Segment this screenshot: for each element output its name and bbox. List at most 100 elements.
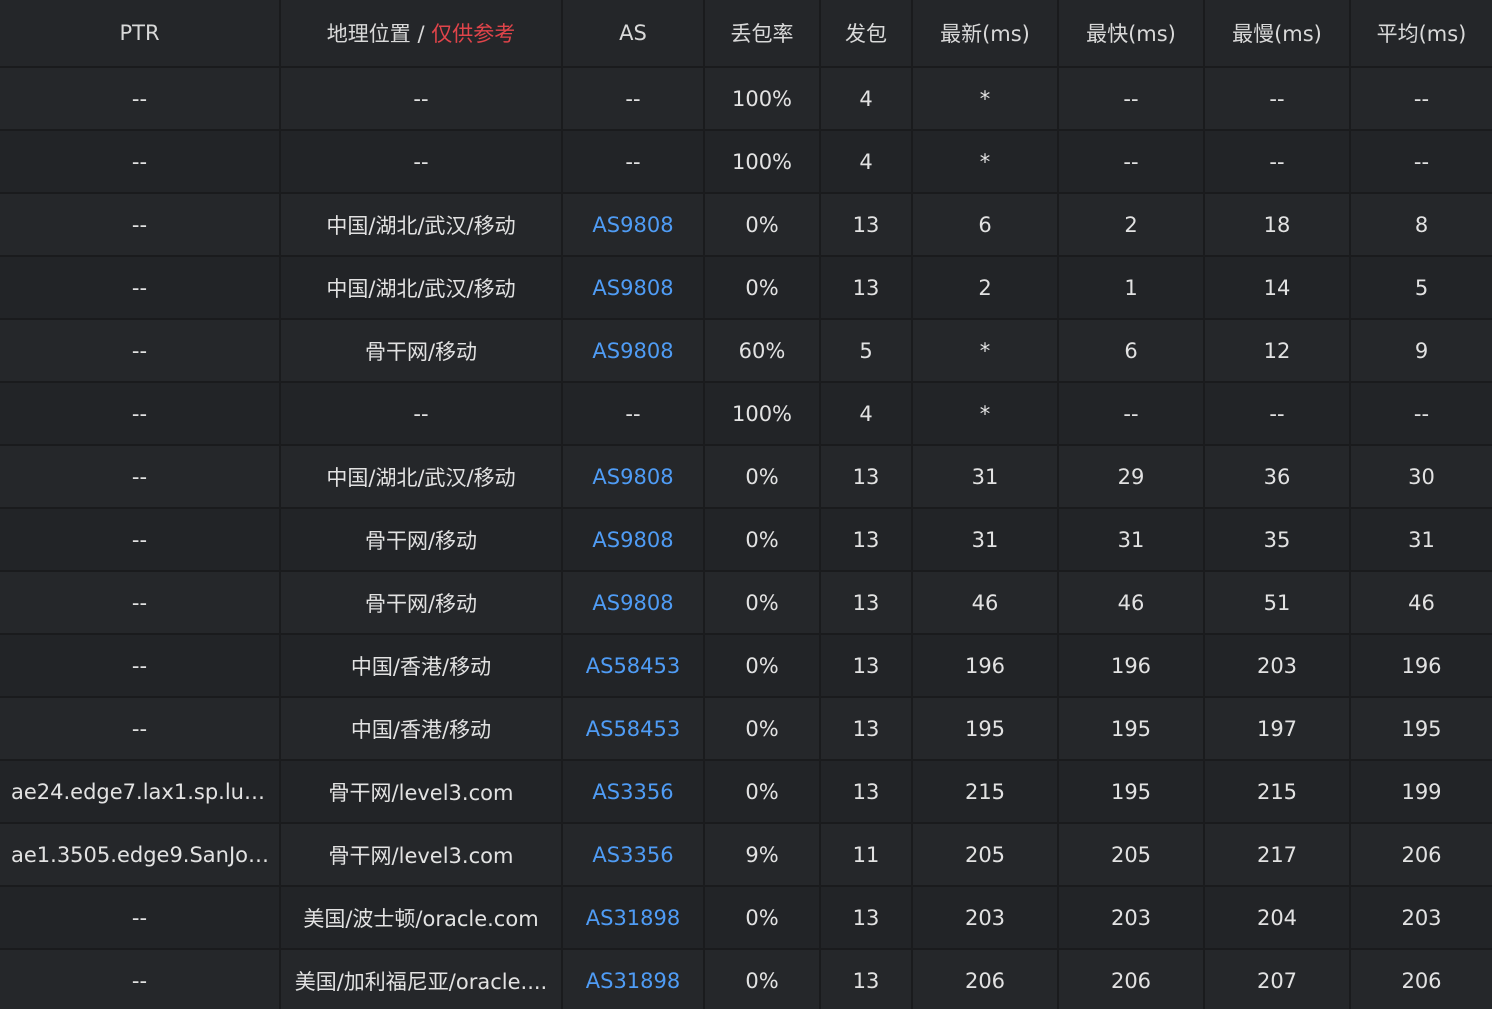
worst-cell: 18: [1204, 193, 1351, 257]
geo-cell: 中国/湖北/武汉/移动: [280, 256, 563, 320]
as-link[interactable]: AS9808: [592, 591, 673, 615]
traceroute-results-panel: PTR 地理位置 / 仅供参考 AS 丢包率 发包 最新(ms) 最快(ms) …: [0, 0, 1492, 1009]
best-cell: 31: [1058, 508, 1205, 572]
as-cell: AS58453: [562, 697, 705, 761]
as-cell: AS58453: [562, 634, 705, 698]
last-cell: 31: [912, 445, 1059, 509]
table-body: -- -- -- 100% 4 * -- -- -- -- -- -- 100% 4 * -- -- -- -- 中国…: [0, 67, 1492, 1009]
as-link[interactable]: AS58453: [586, 717, 681, 741]
table-row: -- 中国/湖北/武汉/移动 AS9808 0% 13 6 2 18 8: [0, 193, 1492, 257]
geo-cell: --: [280, 382, 563, 446]
as-link[interactable]: AS9808: [592, 276, 673, 300]
ptr-cell: --: [0, 634, 281, 698]
worst-cell: 217: [1204, 823, 1351, 887]
sent-cell: 4: [820, 67, 913, 131]
geo-cell: 中国/香港/移动: [280, 634, 563, 698]
header-geo-note: 仅供参考: [431, 22, 516, 46]
as-link[interactable]: AS58453: [586, 654, 681, 678]
as-link[interactable]: AS9808: [592, 528, 673, 552]
sent-cell: 13: [820, 886, 913, 950]
sent-cell: 13: [820, 571, 913, 635]
avg-cell: 30: [1350, 445, 1492, 509]
as-cell: AS9808: [562, 256, 705, 320]
as-link[interactable]: AS9808: [592, 465, 673, 489]
worst-cell: 35: [1204, 508, 1351, 572]
avg-cell: 195: [1350, 697, 1492, 761]
table-row: -- -- -- 100% 4 * -- -- --: [0, 67, 1492, 131]
best-cell: 2: [1058, 193, 1205, 257]
loss-cell: 0%: [704, 193, 821, 257]
header-as: AS: [562, 0, 705, 68]
table-row: -- 中国/湖北/武汉/移动 AS9808 0% 13 2 1 14 5: [0, 256, 1492, 320]
last-cell: 2: [912, 256, 1059, 320]
best-cell: --: [1058, 130, 1205, 194]
as-cell: --: [562, 67, 705, 131]
last-cell: 203: [912, 886, 1059, 950]
ptr-cell: --: [0, 382, 281, 446]
header-loss: 丢包率: [704, 0, 821, 68]
table-row: -- 美国/加利福尼亚/oracle.... AS31898 0% 13 206 206 20…: [0, 949, 1492, 1009]
geo-cell: 骨干网/移动: [280, 508, 563, 572]
as-cell: AS9808: [562, 571, 705, 635]
best-cell: 195: [1058, 760, 1205, 824]
as-link[interactable]: AS9808: [592, 213, 673, 237]
geo-cell: 骨干网/level3.com: [280, 823, 563, 887]
loss-cell: 60%: [704, 319, 821, 383]
avg-cell: 31: [1350, 508, 1492, 572]
header-last: 最新(ms): [912, 0, 1059, 68]
as-link[interactable]: AS9808: [592, 339, 673, 363]
avg-cell: 206: [1350, 949, 1492, 1009]
ptr-cell: --: [0, 319, 281, 383]
as-cell: AS9808: [562, 193, 705, 257]
last-cell: *: [912, 319, 1059, 383]
table-row: -- 骨干网/移动 AS9808 0% 13 31 31 35 31: [0, 508, 1492, 572]
geo-cell: 骨干网/level3.com: [280, 760, 563, 824]
worst-cell: --: [1204, 67, 1351, 131]
best-cell: 1: [1058, 256, 1205, 320]
ptr-cell: ae24.edge7.lax1.sp.lum...: [0, 760, 281, 824]
best-cell: 203: [1058, 886, 1205, 950]
ptr-cell: --: [0, 445, 281, 509]
best-cell: 6: [1058, 319, 1205, 383]
last-cell: 206: [912, 949, 1059, 1009]
geo-cell: 骨干网/移动: [280, 319, 563, 383]
ptr-cell: --: [0, 67, 281, 131]
ptr-cell: --: [0, 697, 281, 761]
as-cell: AS9808: [562, 445, 705, 509]
as-cell: --: [562, 130, 705, 194]
loss-cell: 0%: [704, 760, 821, 824]
best-cell: 46: [1058, 571, 1205, 635]
as-link[interactable]: AS3356: [592, 780, 673, 804]
last-cell: 6: [912, 193, 1059, 257]
best-cell: 196: [1058, 634, 1205, 698]
table-row: -- 美国/波士顿/oracle.com AS31898 0% 13 203 203 204 2…: [0, 886, 1492, 950]
table-row: -- 中国/湖北/武汉/移动 AS9808 0% 13 31 29 36 30: [0, 445, 1492, 509]
sent-cell: 5: [820, 319, 913, 383]
last-cell: 215: [912, 760, 1059, 824]
sent-cell: 11: [820, 823, 913, 887]
worst-cell: --: [1204, 130, 1351, 194]
sent-cell: 13: [820, 760, 913, 824]
as-link[interactable]: AS31898: [586, 969, 681, 993]
avg-cell: --: [1350, 382, 1492, 446]
geo-cell: --: [280, 130, 563, 194]
avg-cell: 8: [1350, 193, 1492, 257]
worst-cell: 36: [1204, 445, 1351, 509]
ptr-cell: --: [0, 949, 281, 1009]
ptr-cell: --: [0, 193, 281, 257]
as-link[interactable]: AS31898: [586, 906, 681, 930]
last-cell: 195: [912, 697, 1059, 761]
worst-cell: 203: [1204, 634, 1351, 698]
best-cell: 195: [1058, 697, 1205, 761]
last-cell: *: [912, 67, 1059, 131]
loss-cell: 0%: [704, 949, 821, 1009]
best-cell: --: [1058, 382, 1205, 446]
avg-cell: 203: [1350, 886, 1492, 950]
last-cell: *: [912, 130, 1059, 194]
loss-cell: 100%: [704, 382, 821, 446]
as-link[interactable]: AS3356: [592, 843, 673, 867]
best-cell: --: [1058, 67, 1205, 131]
worst-cell: 207: [1204, 949, 1351, 1009]
loss-cell: 0%: [704, 571, 821, 635]
as-cell: AS3356: [562, 760, 705, 824]
